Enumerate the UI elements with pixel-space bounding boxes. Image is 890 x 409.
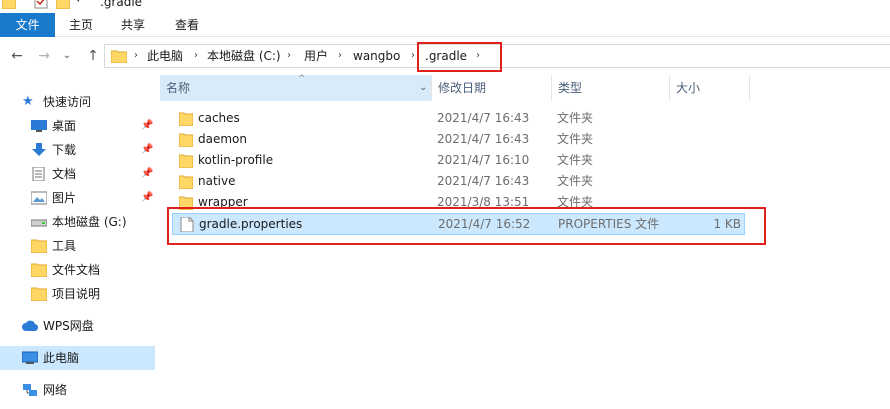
folder-icon [179,112,193,126]
pin-icon[interactable]: 📌 [141,114,153,138]
up-arrow-icon[interactable]: ↑ [84,47,102,65]
pin-icon[interactable]: 📌 [141,186,153,210]
picture-icon [31,191,47,205]
drive-icon [31,219,47,227]
file-name: kotlin-profile [198,153,274,167]
computer-icon [22,351,38,364]
file-date: 2021/4/7 16:43 [437,132,530,146]
breadcrumb-this-pc[interactable]: 此电脑 [147,45,183,67]
sort-ascending-icon: ^ [298,74,306,84]
tab-file[interactable]: 文件 [0,13,55,37]
file-name: caches [198,111,240,125]
gradle-crumb-highlight [417,42,502,72]
breadcrumb-separator-icon[interactable]: › [194,45,198,67]
properties-checkbox-icon[interactable] [34,0,48,9]
sidebar-item-file-docs[interactable]: 文件文档 [0,258,156,282]
folder-icon [111,50,127,63]
file-date: 2021/4/7 16:43 [437,174,530,188]
new-folder-icon[interactable] [56,0,70,9]
sidebar-item-label: 桌面 [52,119,77,133]
navigation-bar: ← → ⌄ ↑ › 此电脑 › 本地磁盘 (C:) › 用户 › wangbo … [0,37,890,75]
pin-icon[interactable]: 📌 [141,162,153,186]
tab-share[interactable]: 共享 [107,13,159,37]
file-type: 文件夹 [557,153,594,167]
window-title: .gradle [100,0,143,9]
pin-icon[interactable]: 📌 [141,138,153,162]
sidebar-item-desktop[interactable]: 桌面 📌 [0,114,156,138]
file-type: 文件夹 [557,111,594,125]
breadcrumb-wangbo[interactable]: wangbo [353,45,400,67]
file-name: native [198,174,236,188]
sidebar-item-wps-cloud[interactable]: WPS网盘 [0,314,156,338]
file-date: 2021/4/7 16:10 [437,153,530,167]
sidebar-item-label: WPS网盘 [43,319,94,333]
back-arrow-icon[interactable]: ← [8,47,26,65]
breadcrumb-separator-icon[interactable]: › [287,45,291,67]
sidebar-item-label: 本地磁盘 (G:) [52,215,127,229]
folder-icon [2,0,16,9]
ribbon-tabs: 文件 主页 共享 查看 [0,13,890,37]
sidebar-item-quick-access[interactable]: ★ 快速访问 [0,90,156,114]
document-icon [32,167,45,181]
forward-arrow-icon[interactable]: → [35,47,53,65]
sidebar-item-label: 此电脑 [43,351,80,365]
column-headers: ^ 名称 ⌄ 修改日期 类型 大小 [160,74,890,101]
sidebar-item-label: 图片 [52,191,77,205]
tab-view[interactable]: 查看 [159,13,215,37]
column-header-label: 名称 [166,81,191,95]
breadcrumb-separator-icon[interactable]: › [134,45,138,67]
column-header-type[interactable]: 类型 [552,75,670,101]
breadcrumb-separator-icon[interactable]: › [411,45,415,67]
cloud-icon [22,320,38,332]
sidebar-item-network[interactable]: 网络 [0,378,156,402]
sidebar-item-label: 下载 [52,143,77,157]
breadcrumb-separator-icon[interactable]: › [338,45,342,67]
sidebar-item-downloads[interactable]: 下载 📌 [0,138,156,162]
table-row[interactable]: native 2021/4/7 16:43 文件夹 [172,171,745,192]
sidebar-item-project-notes[interactable]: 项目说明 [0,282,156,306]
breadcrumb-drive-c[interactable]: 本地磁盘 (C:) [207,45,281,67]
chevron-down-icon[interactable]: ⌄ [419,75,427,101]
sidebar-item-label: 项目说明 [52,287,101,301]
folder-icon [179,154,193,168]
sidebar-item-this-pc[interactable]: 此电脑 [0,346,155,370]
folder-icon [31,287,47,301]
column-header-name[interactable]: ^ 名称 ⌄ [160,74,432,101]
file-name: daemon [198,132,247,146]
file-type: 文件夹 [557,174,594,188]
download-icon [32,143,46,156]
sidebar-item-documents[interactable]: 文档 📌 [0,162,156,186]
file-type: 文件夹 [557,132,594,146]
star-icon: ★ [22,94,34,109]
title-bar: ▾ .gradle [0,0,890,13]
table-row[interactable]: kotlin-profile 2021/4/7 16:10 文件夹 [172,150,745,171]
navigation-pane: ★ 快速访问 桌面 📌 下载 📌 文档 📌 图片 📌 本地磁盘 (G:) 工具 … [0,75,158,409]
sidebar-item-drive-g[interactable]: 本地磁盘 (G:) [0,210,156,234]
sidebar-item-tools[interactable]: 工具 [0,234,156,258]
customize-toolbar-icon[interactable]: ▾ [76,0,81,8]
sidebar-item-label: 工具 [52,239,77,253]
sidebar-item-label: 快速访问 [43,95,92,109]
sidebar-item-label: 网络 [43,383,68,397]
breadcrumb-users[interactable]: 用户 [304,45,328,67]
file-date: 2021/4/7 16:43 [437,111,530,125]
sidebar-item-label: 文档 [52,167,77,181]
folder-icon [31,239,47,253]
sidebar-item-pictures[interactable]: 图片 📌 [0,186,156,210]
recent-locations-chevron-icon[interactable]: ⌄ [58,47,76,65]
folder-icon [179,175,193,189]
folder-icon [179,133,193,147]
table-row[interactable]: caches 2021/4/7 16:43 文件夹 [172,108,745,129]
desktop-icon [31,120,47,132]
column-header-date[interactable]: 修改日期 [432,75,552,101]
column-header-size[interactable]: 大小 [670,75,750,101]
table-row[interactable]: daemon 2021/4/7 16:43 文件夹 [172,129,745,150]
gradle-properties-highlight [167,207,766,245]
folder-icon [31,263,47,277]
tab-home[interactable]: 主页 [55,13,107,37]
network-icon [23,384,37,396]
sidebar-item-label: 文件文档 [52,263,101,277]
